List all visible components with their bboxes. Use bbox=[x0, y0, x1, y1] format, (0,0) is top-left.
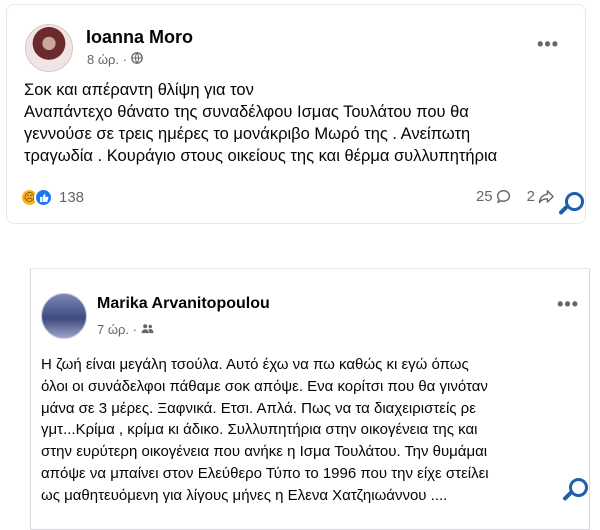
author-name[interactable]: Marika Arvanitopoulou bbox=[97, 295, 270, 313]
text-line: όλοι οι συνάδελφοι πάθαμε σοκ απόψε. Ενα… bbox=[41, 377, 488, 395]
author-name[interactable]: Ioanna Moro bbox=[86, 27, 193, 48]
text-line: απόψε να μπαίνει στον Ελεύθερο Τύπο το 1… bbox=[41, 464, 489, 482]
post-card-2: Marika Arvanitopoulou 7 ώρ. · ••• Η ζωή … bbox=[30, 268, 590, 530]
shares-count[interactable]: 2 bbox=[527, 188, 555, 205]
text-line: στην ευρύτερη οικογένεια που ανήκε η Ισμ… bbox=[41, 443, 488, 461]
post-card-1: Ioanna Moro 8 ώρ. · ••• Σοκ και απέραντη… bbox=[6, 4, 586, 224]
magnifier-icon[interactable] bbox=[556, 190, 586, 220]
post-meta: 8 ώρ. · bbox=[87, 52, 143, 67]
magnifier-icon[interactable] bbox=[560, 476, 590, 506]
comments-count[interactable]: 25 bbox=[476, 188, 511, 205]
reactions-summary[interactable]: ☹ 138 bbox=[20, 188, 84, 207]
comment-icon bbox=[496, 189, 510, 204]
text-line: ως μαθητευόμενη για λίγους μήνες η Ελενα… bbox=[41, 486, 448, 504]
text-line: Η ζωή είναι μεγάλη τσούλα. Αυτό έχω να π… bbox=[41, 356, 469, 373]
more-options-icon[interactable]: ••• bbox=[537, 35, 559, 53]
avatar[interactable] bbox=[41, 293, 87, 339]
text-line: Αναπάντεχο θάνατο της συναδέλφου Ισμας Τ… bbox=[24, 103, 469, 121]
text-line: γμτ...Κρίμα , κρίμα κι άδικο. Συλλυπητήρ… bbox=[41, 421, 478, 439]
avatar[interactable] bbox=[25, 24, 73, 72]
globe-icon bbox=[131, 52, 143, 67]
comment-count-value: 25 bbox=[475, 188, 493, 205]
like-reaction-icon bbox=[34, 188, 53, 207]
reaction-count: 138 bbox=[59, 189, 85, 206]
text-line: μάνα σε 3 μέρες. Ξαφνικά. Ετσι. Απλά. Πω… bbox=[41, 399, 476, 417]
post-meta: 7 ώρ. · bbox=[97, 322, 154, 337]
share-count-value: 2 bbox=[526, 188, 535, 205]
friends-icon bbox=[141, 322, 154, 337]
post-text: Η ζωή είναι μεγάλη τσούλα. Αυτό έχω να π… bbox=[41, 354, 581, 507]
post-text: Σοκ και απέραντη θλίψη για τον Αναπάντεχ… bbox=[24, 79, 584, 167]
timestamp[interactable]: 8 ώρ. · bbox=[87, 52, 127, 67]
share-icon bbox=[538, 190, 554, 204]
engagement-counts: 25 2 bbox=[476, 188, 555, 205]
text-line: γεννούσε σε τρεις ημέρες το μονάκριβο Μω… bbox=[24, 125, 471, 143]
text-line: τραγωδία . Κουράγιο στους οικείους της κ… bbox=[24, 147, 498, 165]
more-options-icon[interactable]: ••• bbox=[557, 295, 579, 313]
timestamp[interactable]: 7 ώρ. · bbox=[97, 322, 137, 337]
text-line: Σοκ και απέραντη θλίψη για τον bbox=[24, 81, 254, 99]
